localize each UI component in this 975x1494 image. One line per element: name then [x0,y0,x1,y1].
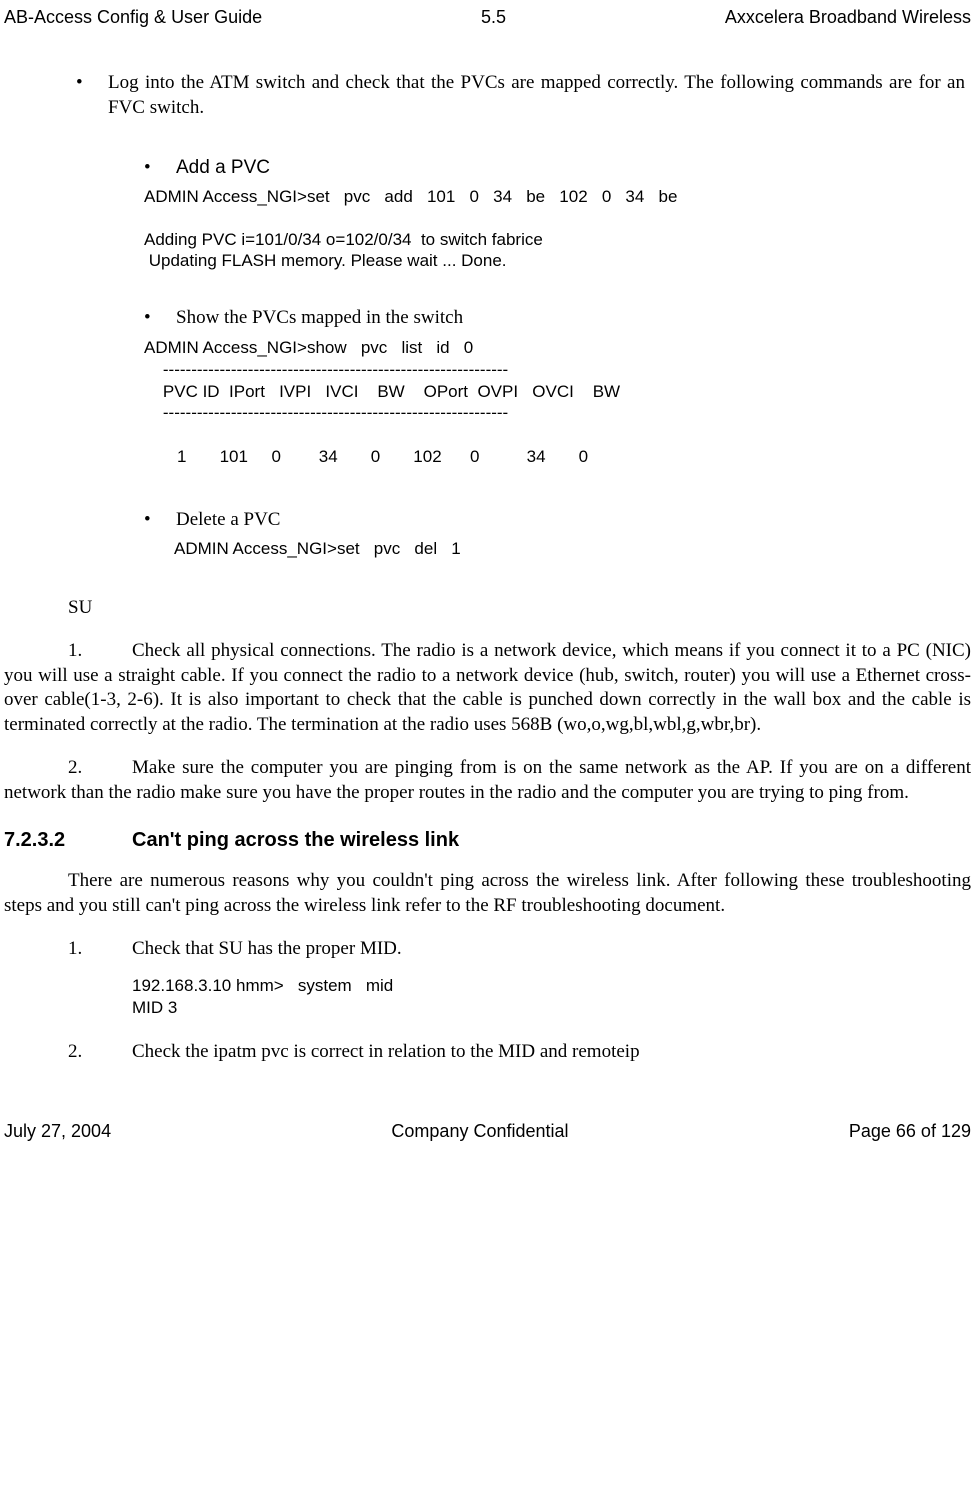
section-number: 7.2.3.2 [4,827,132,853]
page-footer: July 27, 2004 Company Confidential Page … [4,1120,971,1143]
list-number: 2. [68,756,132,781]
su-step-2-text: Make sure the computer you are pinging f… [4,757,971,803]
list-number: 1. [68,639,132,664]
delete-pvc-bullet: • Delete a PVC [144,508,971,533]
su-heading: SU [68,596,971,621]
su-step-1-text: Check all physical connections. The radi… [4,640,971,735]
section-heading: 7.2.3.2Can't ping across the wireless li… [4,827,971,853]
delete-pvc-code: ADMIN Access_NGI>set pvc del 1 [174,538,971,560]
wireless-step-2-text: Check the ipatm pvc is correct in relati… [132,1040,971,1065]
header-left: AB-Access Config & User Guide [4,6,262,29]
header-right: Axxcelera Broadband Wireless [725,6,971,29]
delete-pvc-label: Delete a PVC [176,508,280,533]
wireless-step-1-text: Check that SU has the proper MID. [132,937,971,962]
main-bullet: • Log into the ATM switch and check that… [76,71,971,120]
add-pvc-code: ADMIN Access_NGI>set pvc add 101 0 34 be… [144,186,971,271]
add-pvc-label: Add a PVC [176,156,270,181]
main-bullet-text: Log into the ATM switch and check that t… [108,71,971,120]
show-pvc-label: Show the PVCs mapped in the switch [176,306,463,331]
wireless-step-1: 1. Check that SU has the proper MID. [4,937,971,962]
su-step-1: 1.Check all physical connections. The ra… [4,639,971,738]
add-pvc-bullet: • Add a PVC [144,156,971,181]
bullet-icon: • [76,71,108,120]
show-pvc-bullet: • Show the PVCs mapped in the switch [144,306,971,331]
list-number: 2. [68,1040,132,1065]
list-number: 1. [68,937,132,962]
show-pvc-code: ADMIN Access_NGI>show pvc list id 0 ----… [144,337,971,468]
wireless-step-1-code: 192.168.3.10 hmm> system mid MID 3 [132,975,971,1018]
section-intro: There are numerous reasons why you could… [4,869,971,918]
footer-center: Company Confidential [391,1120,568,1143]
bullet-icon: • [144,508,176,533]
footer-right: Page 66 of 129 [849,1120,971,1143]
wireless-step-2: 2. Check the ipatm pvc is correct in rel… [4,1040,971,1065]
footer-left: July 27, 2004 [4,1120,111,1143]
section-title: Can't ping across the wireless link [132,829,459,851]
bullet-icon: • [144,156,176,181]
header-center: 5.5 [481,6,506,29]
su-step-2: 2.Make sure the computer you are pinging… [4,756,971,805]
bullet-icon: • [144,306,176,331]
page-header: AB-Access Config & User Guide 5.5 Axxcel… [4,6,971,29]
